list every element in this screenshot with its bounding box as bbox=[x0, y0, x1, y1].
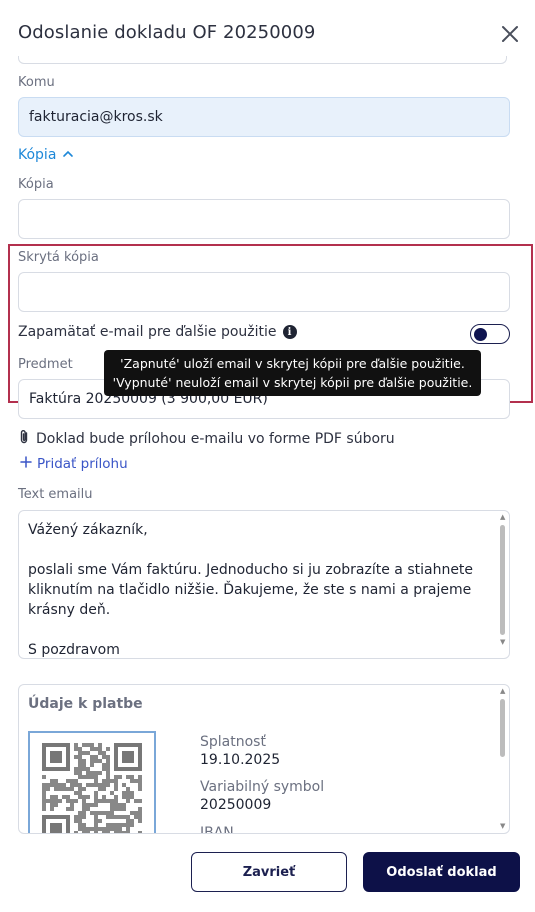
remember-tooltip: 'Zapnuté' uloží email v skrytej kópii pr… bbox=[104, 350, 481, 396]
chevron-up-icon bbox=[62, 147, 74, 163]
add-attachment-link[interactable]: Pridať prílohu bbox=[20, 456, 128, 472]
due-date-label: Splatnosť bbox=[200, 734, 266, 750]
due-date-value: 19.10.2025 bbox=[200, 752, 281, 768]
scroll-down-icon[interactable]: ▼ bbox=[500, 823, 506, 830]
info-icon[interactable]: i bbox=[282, 325, 297, 339]
body-line: Vážený zákazník, bbox=[28, 522, 148, 538]
dialog-header: Odoslanie dokladu OF 20250009 bbox=[0, 0, 535, 64]
dialog-title: Odoslanie dokladu OF 20250009 bbox=[18, 22, 316, 43]
toggle-knob bbox=[474, 327, 487, 341]
scroll-down-icon[interactable]: ▼ bbox=[500, 639, 506, 646]
payment-scrollbar-thumb[interactable] bbox=[500, 699, 505, 757]
body-line bbox=[28, 540, 488, 560]
to-label: Komu bbox=[18, 75, 55, 90]
bcc-label: Skrytá kópia bbox=[18, 250, 99, 265]
remember-email-toggle[interactable] bbox=[470, 324, 510, 344]
body-line: poslali sme Vám faktúru. Jednoducho si j… bbox=[28, 562, 474, 618]
cc-label: Kópia bbox=[18, 177, 54, 192]
attachment-note: Doklad bude prílohou e-mailu vo forme PD… bbox=[18, 429, 395, 449]
payment-details-panel: Údaje k platbe Splatnosť 19.10.2025 Vari… bbox=[18, 684, 510, 834]
bcc-field[interactable] bbox=[18, 272, 510, 312]
cc-field[interactable] bbox=[18, 199, 510, 239]
body-line bbox=[28, 620, 488, 640]
copy-toggle-link[interactable]: Kópia bbox=[18, 147, 74, 163]
tooltip-line-2: 'Vypnuté' neuloží email v skrytej kópii … bbox=[112, 375, 473, 390]
scroll-up-icon[interactable]: ▲ bbox=[500, 688, 506, 695]
body-label: Text emailu bbox=[18, 487, 93, 502]
plus-icon bbox=[20, 456, 32, 472]
close-button[interactable]: Zavrieť bbox=[191, 852, 347, 892]
tooltip-line-1: 'Zapnuté' uloží email v skrytej kópii pr… bbox=[120, 356, 465, 371]
email-body-content: Vážený zákazník, poslali sme Vám faktúru… bbox=[28, 520, 488, 658]
qr-code-icon bbox=[28, 731, 156, 833]
subject-label: Predmet bbox=[18, 357, 73, 372]
send-document-button[interactable]: Odoslať doklad bbox=[363, 852, 520, 892]
resize-handle-icon[interactable] bbox=[500, 649, 508, 658]
remember-email-row: Zapamätať e-mail pre ďalšie použitie i bbox=[18, 324, 297, 340]
email-body-textarea[interactable]: Vážený zákazník, poslali sme Vám faktúru… bbox=[18, 510, 510, 659]
variable-symbol-value: 20250009 bbox=[200, 797, 272, 813]
paperclip-icon bbox=[18, 429, 30, 449]
add-attachment-label: Pridať prílohu bbox=[37, 456, 128, 472]
scroll-up-icon[interactable]: ▲ bbox=[500, 514, 506, 521]
to-field[interactable] bbox=[18, 97, 510, 137]
copy-toggle-label: Kópia bbox=[18, 147, 57, 163]
scrolled-section-edge bbox=[18, 56, 507, 64]
attachment-note-text: Doklad bude prílohou e-mailu vo forme PD… bbox=[36, 431, 395, 447]
close-icon[interactable] bbox=[500, 24, 520, 44]
body-scrollbar-thumb[interactable] bbox=[500, 525, 505, 635]
body-line: S pozdravom bbox=[28, 642, 120, 658]
payment-title: Údaje k platbe bbox=[28, 696, 143, 712]
remember-email-label: Zapamätať e-mail pre ďalšie použitie bbox=[18, 324, 277, 340]
iban-label: IBAN bbox=[200, 825, 234, 834]
variable-symbol-label: Variabilný symbol bbox=[200, 779, 325, 795]
